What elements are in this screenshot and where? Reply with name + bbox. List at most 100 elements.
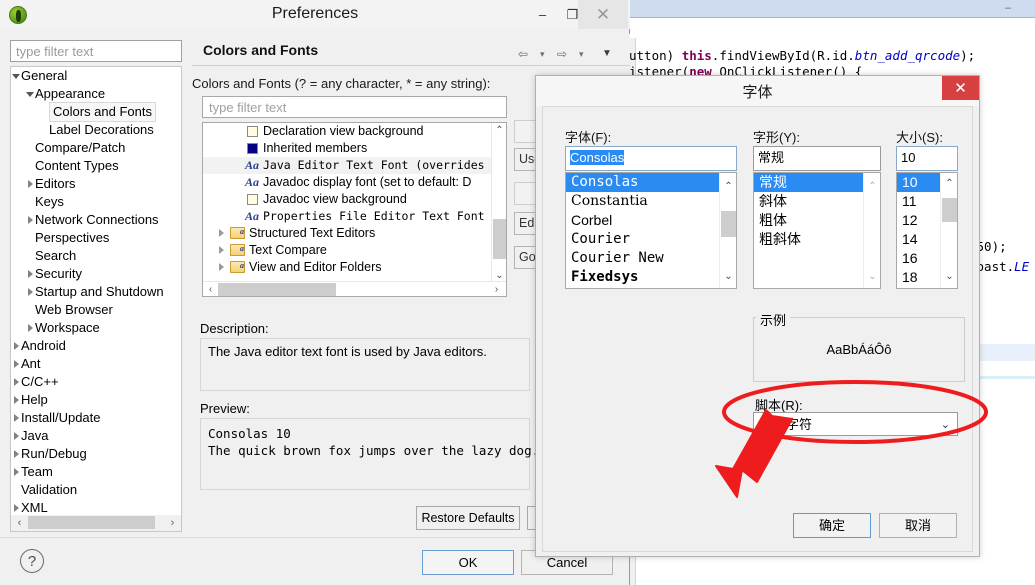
- script-select[interactable]: 中欧字符 ⌄: [753, 412, 958, 436]
- list-item[interactable]: Aa Javadoc display font (set to default: …: [203, 174, 506, 191]
- chevron-right-icon[interactable]: [12, 504, 21, 513]
- view-menu-icon[interactable]: ▼: [602, 48, 612, 59]
- sidebar-item-team[interactable]: Team: [11, 463, 181, 481]
- sidebar-item-workspace[interactable]: Workspace: [11, 319, 181, 337]
- font-family-option[interactable]: Corbel: [566, 211, 736, 230]
- scroll-up-icon[interactable]: ⌃: [864, 179, 880, 194]
- restore-defaults-button[interactable]: Restore Defaults: [416, 506, 520, 530]
- scroll-down-icon[interactable]: ⌄: [864, 269, 880, 284]
- sidebar-item-web-browser[interactable]: Web Browser: [11, 301, 181, 319]
- list-item[interactable]: Javadoc view background: [203, 191, 506, 208]
- size-list-scrollbar[interactable]: ⌃ ⌄: [940, 173, 957, 288]
- ok-button[interactable]: OK: [422, 550, 514, 575]
- style-list-scrollbar[interactable]: ⌃ ⌄: [863, 173, 880, 288]
- sidebar-item-colors-and-fonts[interactable]: Colors and Fonts: [11, 102, 181, 122]
- chevron-right-icon[interactable]: [12, 468, 21, 477]
- list-item[interactable]: Aa Java Editor Text Font (overrides: [203, 157, 506, 174]
- scroll-right-icon[interactable]: ›: [165, 516, 180, 529]
- sidebar-item-content-types[interactable]: Content Types: [11, 157, 181, 175]
- chevron-right-icon[interactable]: [217, 246, 226, 255]
- forward-menu-icon[interactable]: ▾: [579, 49, 584, 60]
- list-item[interactable]: Declaration view background: [203, 123, 506, 140]
- chevron-right-icon[interactable]: [217, 263, 226, 272]
- chevron-right-icon[interactable]: [12, 396, 21, 405]
- scrollbar-thumb[interactable]: [493, 219, 506, 259]
- font-style-option[interactable]: 斜体: [754, 192, 880, 211]
- sidebar-item-help[interactable]: Help: [11, 391, 181, 409]
- font-family-option[interactable]: Constantia: [566, 192, 736, 211]
- editor-minimize-icon[interactable]: –: [1000, 2, 1016, 15]
- chevron-right-icon[interactable]: [217, 229, 226, 238]
- content-filter-input[interactable]: type filter text: [202, 96, 507, 118]
- font-dialog-close-button[interactable]: ✕: [942, 76, 979, 100]
- chevron-right-icon[interactable]: [26, 216, 35, 225]
- back-icon[interactable]: ⇦: [518, 47, 528, 61]
- font-family-option[interactable]: Consolas: [566, 173, 736, 192]
- sidebar-item-run-debug[interactable]: Run/Debug: [11, 445, 181, 463]
- scroll-down-icon[interactable]: ⌄: [492, 268, 506, 282]
- tree-horizontal-scrollbar[interactable]: ‹ ›: [10, 515, 182, 532]
- font-list-scrollbar[interactable]: ⌃ ⌄: [719, 173, 736, 288]
- sidebar-item-startup-and-shutdown[interactable]: Startup and Shutdown: [11, 283, 181, 301]
- font-style-option[interactable]: 粗斜体: [754, 230, 880, 249]
- scroll-up-icon[interactable]: ⌃: [941, 176, 957, 191]
- chevron-right-icon[interactable]: [26, 324, 35, 333]
- sidebar-item-ant[interactable]: Ant: [11, 355, 181, 373]
- chevron-right-icon[interactable]: [12, 378, 21, 387]
- close-button[interactable]: ✕: [578, 0, 628, 29]
- list-item[interactable]: Text Compare: [203, 240, 506, 259]
- sidebar-item-perspectives[interactable]: Perspectives: [11, 229, 181, 247]
- chevron-right-icon[interactable]: [12, 414, 21, 423]
- font-family-input[interactable]: Consolas: [565, 146, 737, 171]
- chevron-right-icon[interactable]: [26, 180, 35, 189]
- sidebar-item-c-c[interactable]: C/C++: [11, 373, 181, 391]
- tree-filter-input[interactable]: type filter text: [10, 40, 182, 62]
- font-size-list[interactable]: 10111214161820 ⌃ ⌄: [896, 172, 958, 289]
- scrollbar-thumb[interactable]: [28, 516, 155, 529]
- scroll-right-icon[interactable]: ›: [489, 282, 504, 296]
- font-family-option[interactable]: Courier: [566, 230, 736, 249]
- sidebar-item-label-decorations[interactable]: Label Decorations: [11, 121, 181, 139]
- chevron-right-icon[interactable]: [26, 288, 35, 297]
- sidebar-item-appearance[interactable]: Appearance: [11, 85, 181, 103]
- sidebar-item-search[interactable]: Search: [11, 247, 181, 265]
- list-horizontal-scrollbar[interactable]: ‹ ›: [203, 281, 506, 296]
- chevron-down-icon[interactable]: [26, 90, 35, 99]
- sidebar-item-security[interactable]: Security: [11, 265, 181, 283]
- list-item[interactable]: View and Editor Folders: [203, 257, 506, 276]
- list-item[interactable]: Aa Properties File Editor Text Font: [203, 208, 506, 225]
- scroll-left-icon[interactable]: ‹: [12, 516, 27, 529]
- preferences-tree[interactable]: General Appearance Colors and Fonts Label D…: [10, 66, 182, 524]
- list-vertical-scrollbar[interactable]: ⌃ ⌄: [491, 123, 506, 283]
- scrollbar-thumb[interactable]: [942, 198, 957, 222]
- scroll-down-icon[interactable]: ⌄: [720, 269, 736, 284]
- sidebar-item-compare-patch[interactable]: Compare/Patch: [11, 139, 181, 157]
- scrollbar-thumb[interactable]: [218, 283, 336, 296]
- help-icon[interactable]: ?: [20, 549, 44, 573]
- chevron-right-icon[interactable]: [12, 432, 21, 441]
- list-item[interactable]: Structured Text Editors: [203, 223, 506, 242]
- forward-icon[interactable]: ⇨: [557, 47, 567, 61]
- sidebar-item-network-connections[interactable]: Network Connections: [11, 211, 181, 229]
- font-style-option[interactable]: 常规: [754, 173, 880, 192]
- chevron-right-icon[interactable]: [12, 360, 21, 369]
- scroll-up-icon[interactable]: ⌃: [492, 123, 506, 137]
- sidebar-item-general[interactable]: General: [11, 67, 181, 85]
- sidebar-item-install-update[interactable]: Install/Update: [11, 409, 181, 427]
- sidebar-item-validation[interactable]: Validation: [11, 481, 181, 499]
- chevron-right-icon[interactable]: [12, 450, 21, 459]
- font-family-option[interactable]: Courier New: [566, 249, 736, 268]
- font-style-list[interactable]: 常规 斜体 粗体 粗斜体 ⌃ ⌄: [753, 172, 881, 289]
- chevron-down-icon[interactable]: [12, 72, 21, 81]
- font-dialog-cancel-button[interactable]: 取消: [879, 513, 957, 538]
- scroll-left-icon[interactable]: ‹: [203, 282, 218, 296]
- sidebar-item-android[interactable]: Android: [11, 337, 181, 355]
- font-family-option[interactable]: Fixedsys: [566, 268, 736, 287]
- scroll-up-icon[interactable]: ⌃: [720, 179, 736, 194]
- sidebar-item-java[interactable]: Java: [11, 427, 181, 445]
- chevron-right-icon[interactable]: [26, 270, 35, 279]
- font-style-input[interactable]: 常规: [753, 146, 881, 171]
- font-family-list[interactable]: Consolas Constantia Corbel Courier Courier N…: [565, 172, 737, 289]
- list-item[interactable]: Inherited members: [203, 140, 506, 157]
- back-menu-icon[interactable]: ▾: [540, 49, 545, 60]
